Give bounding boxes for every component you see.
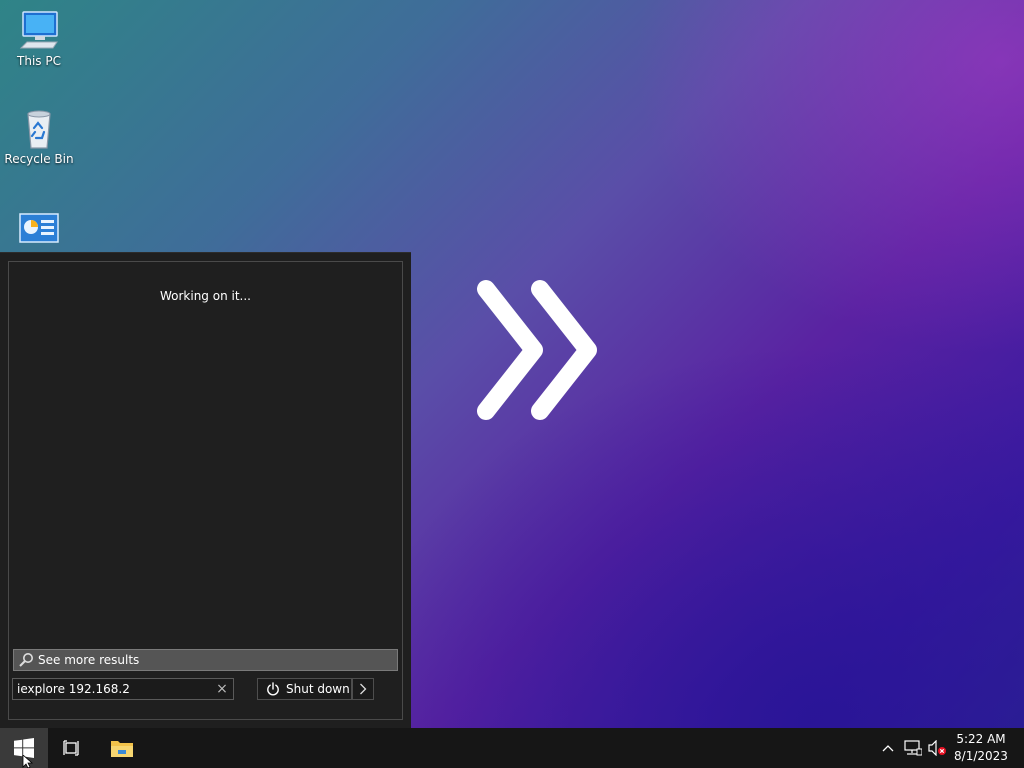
task-view-button[interactable]: [48, 728, 96, 768]
taskbar: 5:22 AM 8/1/2023: [0, 728, 1024, 768]
network-button[interactable]: [901, 728, 925, 768]
search-box[interactable]: ×: [12, 678, 234, 700]
desktop-icon-label: This PC: [17, 54, 61, 68]
double-chevron-icon: [477, 280, 597, 420]
task-view-icon: [63, 740, 79, 756]
file-explorer-icon: [111, 741, 133, 757]
clock-time: 5:22 AM: [956, 732, 1006, 746]
desktop-icon-label: Recycle Bin: [4, 152, 74, 166]
recycle-bin-icon: [17, 106, 61, 150]
desktop-icon-recycle-bin[interactable]: Recycle Bin: [4, 106, 74, 166]
status-text: Working on it...: [159, 289, 251, 303]
show-hidden-icons-button[interactable]: [878, 728, 898, 768]
see-more-results-button[interactable]: See more results: [13, 649, 398, 671]
network-icon: [904, 740, 922, 756]
chevron-right-icon: [360, 683, 367, 695]
clear-search-button[interactable]: ×: [214, 681, 230, 697]
desktop-icon-control-panel[interactable]: [4, 210, 74, 256]
volume-muted-icon: [928, 740, 946, 756]
control-panel-icon: [17, 210, 61, 254]
computer-icon: [17, 8, 61, 52]
search-results-area: Working on it... See more results: [8, 261, 403, 720]
shut-down-label: Shut down: [286, 682, 350, 696]
file-explorer-button[interactable]: [98, 728, 146, 768]
shut-down-button[interactable]: Shut down: [257, 678, 352, 700]
see-more-label: See more results: [38, 653, 140, 667]
mouse-cursor-icon: [22, 755, 34, 768]
power-icon: [267, 682, 279, 696]
search-input[interactable]: [13, 679, 209, 699]
clock[interactable]: 5:22 AM 8/1/2023: [948, 731, 1014, 765]
search-icon: [19, 653, 33, 667]
volume-button[interactable]: [926, 728, 948, 768]
start-menu-panel: Working on it... See more results × Shut…: [0, 252, 411, 728]
shut-down-options-button[interactable]: [352, 678, 374, 700]
desktop-icon-this-pc[interactable]: This PC: [4, 8, 74, 68]
clock-date: 8/1/2023: [954, 749, 1008, 763]
chevron-up-icon: [882, 745, 894, 752]
